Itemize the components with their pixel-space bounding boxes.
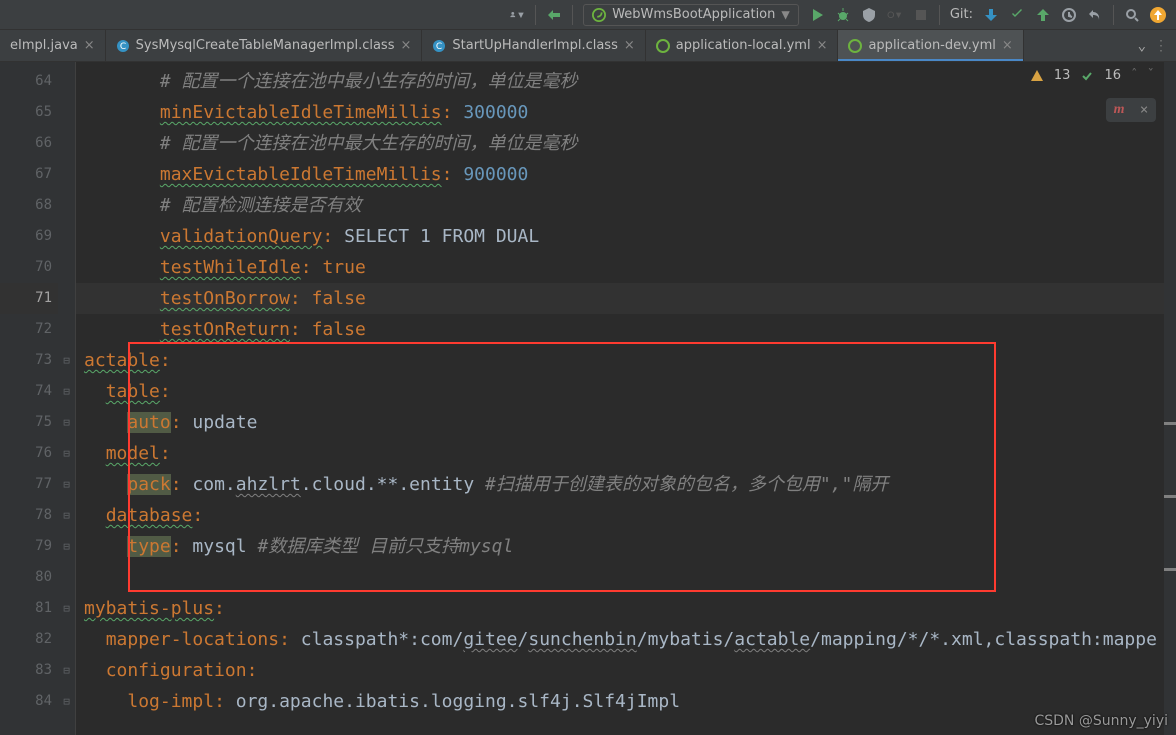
close-icon[interactable]: ×	[624, 38, 635, 53]
git-label: Git:	[950, 7, 973, 22]
vcs-commit-icon[interactable]	[1009, 7, 1025, 23]
tab-startup[interactable]: C StartUpHandlerImpl.class ×	[422, 30, 645, 61]
fold-icon[interactable]: ⊟	[58, 686, 75, 717]
svg-text:C: C	[119, 42, 125, 52]
vcs-rollback-icon[interactable]	[1087, 7, 1103, 23]
warning-icon	[1030, 69, 1044, 83]
fold-icon[interactable]: ⊟	[58, 469, 75, 500]
fold-column: ⊟ ⊟ ⊟ ⊟ ⊟ ⊟ ⊟ ⊟ ⊟ ⊟	[58, 62, 76, 735]
watermark: CSDN @Sunny_yiyi	[1034, 713, 1168, 729]
run-configuration-selector[interactable]: WebWmsBootApplication ▼	[583, 4, 799, 26]
back-hammer-icon[interactable]	[546, 7, 562, 23]
main-toolbar: ▾ WebWmsBootApplication ▼ ▾ Git:	[0, 0, 1176, 30]
code-area[interactable]: 13 16 ˆˇ m × # 配置一个连接在池中最小生存的时间，单位是毫秒 mi…	[76, 62, 1164, 735]
run-icon[interactable]	[809, 7, 825, 23]
profile-icon[interactable]: ▾	[887, 7, 903, 23]
close-icon[interactable]: ×	[1002, 38, 1013, 53]
tabs-more-icon[interactable]: ⋮	[1154, 38, 1168, 54]
fold-icon[interactable]: ⊟	[58, 345, 75, 376]
debug-icon[interactable]	[835, 7, 851, 23]
vcs-push-icon[interactable]	[1035, 7, 1051, 23]
tab-label: StartUpHandlerImpl.class	[452, 38, 617, 53]
spring-icon	[592, 8, 606, 22]
spring-icon	[848, 39, 862, 53]
fold-icon[interactable]: ⊟	[58, 500, 75, 531]
fold-icon[interactable]: ⊟	[58, 531, 75, 562]
tabs-dropdown-icon[interactable]: ⌄	[1138, 38, 1146, 54]
weak-warning-count: 16	[1104, 68, 1121, 83]
maven-reload-badge[interactable]: m ×	[1106, 98, 1156, 122]
fold-icon[interactable]: ⊟	[58, 376, 75, 407]
close-icon[interactable]: ×	[817, 38, 828, 53]
search-icon[interactable]	[1124, 7, 1140, 23]
fold-icon[interactable]: ⊟	[58, 407, 75, 438]
spring-icon	[656, 39, 670, 53]
tab-label: application-dev.yml	[868, 38, 995, 53]
tab-label: SysMysqlCreateTableManagerImpl.class	[136, 38, 395, 53]
warning-count: 13	[1054, 68, 1071, 83]
close-icon[interactable]: ×	[84, 38, 95, 53]
class-icon: C	[116, 39, 130, 53]
vcs-history-icon[interactable]	[1061, 7, 1077, 23]
editor-tabs: eImpl.java × C SysMysqlCreateTableManage…	[0, 30, 1176, 62]
editor: 64 65 66 67 68 69 70 71 72 73 74 75 76 7…	[0, 62, 1176, 735]
user-icon[interactable]: ▾	[509, 7, 525, 23]
tab-app-dev[interactable]: application-dev.yml ×	[838, 30, 1023, 61]
svg-text:C: C	[436, 42, 442, 52]
inspection-widget[interactable]: 13 16 ˆˇ	[1030, 68, 1154, 83]
class-icon: C	[432, 39, 446, 53]
tab-eimpl[interactable]: eImpl.java ×	[0, 30, 106, 61]
tab-label: application-local.yml	[676, 38, 811, 53]
weak-warning-icon	[1080, 69, 1094, 83]
tab-app-local[interactable]: application-local.yml ×	[646, 30, 839, 61]
coverage-icon[interactable]	[861, 7, 877, 23]
close-icon[interactable]: ×	[400, 38, 411, 53]
fold-icon[interactable]: ⊟	[58, 438, 75, 469]
fold-icon[interactable]: ⊟	[58, 655, 75, 686]
error-stripe[interactable]	[1164, 62, 1176, 735]
tab-label: eImpl.java	[10, 38, 78, 53]
vcs-update-icon[interactable]	[983, 7, 999, 23]
run-config-label: WebWmsBootApplication	[612, 7, 775, 22]
fold-icon[interactable]: ⊟	[58, 593, 75, 624]
ide-update-icon[interactable]	[1150, 7, 1166, 23]
stop-icon	[913, 7, 929, 23]
line-number-gutter: 64 65 66 67 68 69 70 71 72 73 74 75 76 7…	[0, 62, 58, 735]
tabs-overflow[interactable]: ⌄ ⋮	[1130, 30, 1176, 61]
tab-sysmysql[interactable]: C SysMysqlCreateTableManagerImpl.class ×	[106, 30, 423, 61]
